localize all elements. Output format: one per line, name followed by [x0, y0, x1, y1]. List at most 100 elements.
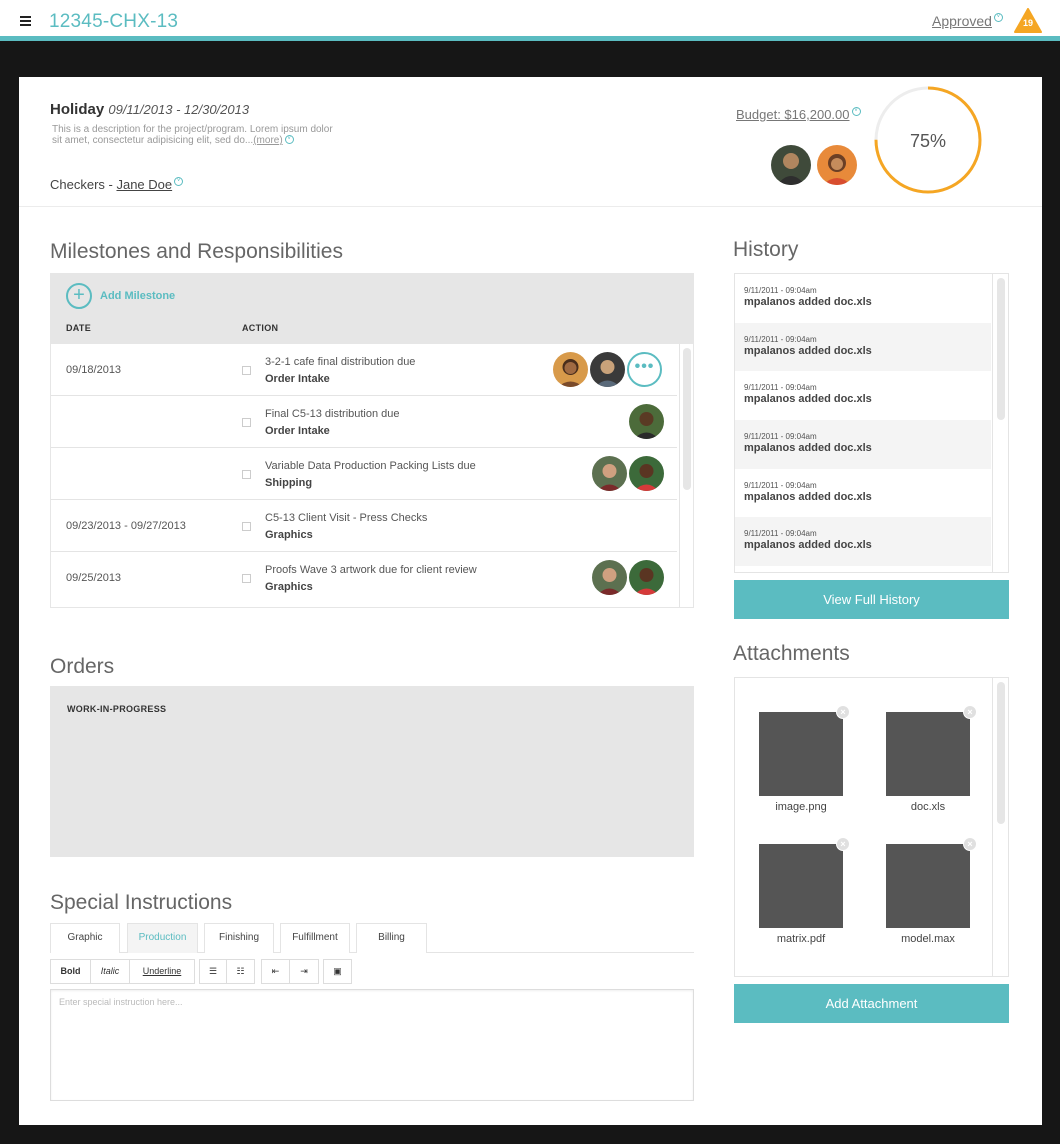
chevron-down-icon[interactable]: ˅	[284, 135, 294, 144]
remove-icon[interactable]: ×	[963, 837, 977, 851]
view-full-history-button[interactable]: View Full History	[734, 580, 1009, 619]
history-message: mpalanos added doc.xls	[744, 344, 872, 357]
list-item: 9/11/2011 - 09:04am mpalanos added doc.xl…	[735, 469, 991, 518]
avatar[interactable]	[629, 456, 664, 491]
history-time: 9/11/2011 - 09:04am	[744, 480, 817, 490]
remove-icon[interactable]: ×	[836, 705, 850, 719]
milestone-checkbox[interactable]	[242, 574, 251, 583]
chevron-down-icon[interactable]: ˅	[174, 177, 184, 186]
main-panel: Holiday 09/11/2013 - 12/30/2013 This is …	[19, 77, 1042, 1125]
indent-toolbar: ⇤ ⇥	[261, 959, 319, 984]
budget-dropdown[interactable]: Budget: $16,200.00 ˅	[736, 107, 861, 122]
milestone-dept: Order Intake	[265, 373, 330, 385]
status-dropdown[interactable]: Approved ˅	[932, 13, 1003, 29]
alert-badge[interactable]: 19	[1014, 8, 1042, 33]
avatar[interactable]	[629, 404, 664, 439]
history-time: 9/11/2011 - 09:04am	[744, 383, 817, 393]
add-attachment-button[interactable]: Add Attachment	[734, 984, 1009, 1023]
media-toolbar: ▣	[323, 959, 352, 984]
status-label: Approved	[932, 13, 992, 29]
milestone-task: Proofs Wave 3 artwork due for client rev…	[265, 564, 477, 576]
orders-status-label: WORK-IN-PROGRESS	[67, 704, 167, 714]
attachment-item[interactable]: × image.png	[759, 705, 850, 813]
milestone-dept: Graphics	[265, 581, 313, 593]
history-scrollbar[interactable]	[992, 274, 1008, 572]
milestone-checkbox[interactable]	[242, 418, 251, 427]
tab-production[interactable]: Production	[127, 923, 198, 953]
history-time: 9/11/2011 - 09:04am	[744, 529, 817, 539]
add-milestone-button[interactable]: + Add Milestone	[66, 283, 175, 309]
avatar[interactable]	[771, 145, 811, 185]
list-item: 9/11/2011 - 09:04am mpalanos added doc.xl…	[735, 371, 991, 420]
history-title: History	[733, 238, 799, 261]
milestone-action: 3-2-1 cafe final distribution due Order I…	[265, 354, 415, 388]
history-list: 9/11/2011 - 09:04am mpalanos added doc.xl…	[734, 273, 1009, 573]
attachment-item[interactable]: × doc.xls	[886, 705, 977, 813]
image-icon[interactable]: ▣	[324, 960, 351, 983]
attachments-scrollbar[interactable]	[992, 678, 1008, 976]
plus-icon: +	[66, 283, 92, 309]
menu-icon[interactable]	[20, 16, 31, 26]
project-title: Holiday 09/11/2013 - 12/30/2013	[50, 101, 249, 118]
bold-button[interactable]: Bold	[51, 960, 91, 983]
avatar[interactable]	[629, 560, 664, 595]
milestone-task: Final C5-13 distribution due	[265, 408, 400, 420]
more-link[interactable]: (more)	[253, 135, 282, 146]
more-options-button[interactable]: •••	[627, 352, 662, 387]
history-time: 9/11/2011 - 09:04am	[744, 286, 817, 295]
milestone-checkbox[interactable]	[242, 522, 251, 531]
file-name: image.png	[775, 801, 827, 813]
milestone-action: Proofs Wave 3 artwork due for client rev…	[265, 562, 477, 596]
attachment-item[interactable]: × matrix.pdf	[759, 837, 850, 945]
numbered-list-icon[interactable]: ☷	[227, 960, 254, 983]
tab-graphic[interactable]: Graphic	[50, 923, 120, 953]
table-row: Variable Data Production Packing Lists d…	[51, 448, 677, 500]
history-message: mpalanos added doc.xls	[744, 490, 872, 503]
milestone-date: 09/23/2013 - 09/27/2013	[66, 520, 186, 532]
milestone-dept: Shipping	[265, 477, 313, 489]
avatar[interactable]	[590, 352, 625, 387]
history-time: 9/11/2011 - 09:04am	[744, 432, 817, 442]
italic-button[interactable]: Italic	[91, 960, 130, 983]
avatar[interactable]	[592, 456, 627, 491]
checker-name[interactable]: Jane Doe	[116, 177, 172, 192]
milestones-panel: + Add Milestone DATE ACTION 09/18/2013 3…	[50, 273, 694, 608]
file-name: matrix.pdf	[776, 933, 826, 945]
milestone-checkbox[interactable]	[242, 470, 251, 479]
avatar[interactable]	[592, 560, 627, 595]
milestone-checkbox[interactable]	[242, 366, 251, 375]
history-time: 9/11/2011 - 09:04am	[744, 334, 817, 344]
project-name: Holiday	[50, 101, 105, 118]
bullet-list-icon[interactable]: ☰	[200, 960, 227, 983]
checkers-label: Checkers -	[50, 177, 117, 192]
avatar[interactable]	[817, 145, 857, 185]
attachments-title: Attachments	[733, 642, 850, 665]
milestone-dept: Order Intake	[265, 425, 330, 437]
file-name: doc.xls	[910, 801, 946, 813]
tab-billing[interactable]: Billing	[356, 923, 427, 953]
file-thumbnail	[886, 712, 970, 796]
milestone-date: 09/25/2013	[66, 572, 122, 584]
table-row: 09/25/2013 Proofs Wave 3 artwork due for…	[51, 552, 677, 604]
remove-icon[interactable]: ×	[963, 705, 977, 719]
outdent-icon[interactable]: ⇤	[262, 960, 290, 983]
milestone-action: C5-13 Client Visit - Press Checks Graphic…	[265, 510, 427, 544]
col-header-action: ACTION	[242, 323, 279, 333]
checkers: Checkers - Jane Doe ˅	[50, 177, 184, 192]
instruction-tabs: Graphic Production Finishing Fulfillment…	[50, 923, 694, 953]
table-row: 09/23/2013 - 09/27/2013 C5-13 Client Vis…	[51, 500, 677, 552]
remove-icon[interactable]: ×	[836, 837, 850, 851]
table-row: Final C5-13 distribution due Order Intake	[51, 396, 677, 448]
tab-fulfillment[interactable]: Fulfillment	[280, 923, 350, 953]
orders-title: Orders	[50, 655, 115, 678]
milestone-action: Variable Data Production Packing Lists d…	[265, 458, 476, 492]
add-milestone-label: Add Milestone	[100, 290, 176, 302]
underline-button[interactable]: Underline	[130, 960, 194, 983]
avatar[interactable]	[553, 352, 588, 387]
special-instruction-input[interactable]: Enter special instruction here...	[50, 989, 694, 1101]
tab-finishing[interactable]: Finishing	[204, 923, 274, 953]
indent-icon[interactable]: ⇥	[290, 960, 318, 983]
milestones-scrollbar[interactable]	[679, 344, 693, 607]
orders-panel: WORK-IN-PROGRESS	[50, 686, 694, 857]
attachment-item[interactable]: × model.max	[886, 837, 977, 945]
